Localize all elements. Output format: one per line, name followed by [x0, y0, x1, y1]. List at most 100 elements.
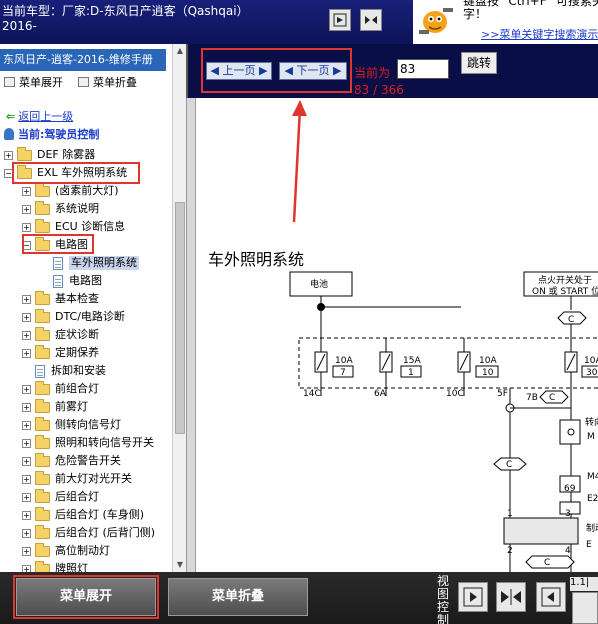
pin-3: 3 [565, 509, 571, 519]
expand-node-icon[interactable]: + [22, 402, 31, 412]
expand-node-icon[interactable]: + [22, 420, 31, 430]
folder-icon [35, 470, 50, 485]
tree-item[interactable]: 电路图 [40, 272, 102, 290]
pin-2: 2 [507, 546, 513, 556]
diagram-title: 车外照明系统 [208, 250, 305, 269]
fuse-2-number: 1 [408, 368, 414, 378]
collapse-icon [78, 77, 89, 87]
expand-node-icon[interactable]: + [4, 150, 13, 160]
tree-item-label: 症状诊断 [55, 328, 99, 341]
scroll-down-icon[interactable]: ▼ [174, 558, 186, 572]
fuse-2-amp: 15A [403, 356, 421, 366]
tree-item[interactable]: 拆卸和安装 [22, 362, 106, 380]
expand-node-icon[interactable]: + [22, 186, 31, 196]
expand-node-icon[interactable]: + [22, 312, 31, 322]
back-link[interactable]: ⇐ 返回上一级 [6, 110, 73, 124]
expand-node-icon[interactable]: + [22, 384, 31, 394]
view-extra-button[interactable] [572, 592, 598, 624]
expand-node-icon[interactable]: + [22, 294, 31, 304]
connector-c-7b: C [549, 393, 555, 403]
expand-node-icon[interactable]: + [22, 528, 31, 538]
sidebar-scrollbar[interactable]: ▲ ▼ [172, 44, 186, 572]
menu-collapse-label: 菜单折叠 [93, 76, 137, 89]
tree-item-label: 侧转向信号灯 [55, 418, 121, 431]
tree-item[interactable]: + 前雾灯 [22, 398, 88, 416]
viewer-separator [186, 98, 196, 572]
tree-item[interactable]: + 前组合灯 [22, 380, 99, 398]
expand-node-icon[interactable]: + [22, 438, 31, 448]
expand-node-icon[interactable]: + [22, 546, 31, 556]
tree-item[interactable]: + 症状诊断 [22, 326, 99, 344]
connector-c-top: C [568, 315, 574, 325]
bottom-collapse-button[interactable]: 菜单折叠 [168, 578, 308, 616]
menu-collapse-option[interactable]: 菜单折叠 [78, 74, 137, 92]
sidebar: 东风日产-逍客-2016-维修手册 菜单展开 菜单折叠 ⇐ 返回上一级 当前:驾驶… [0, 44, 186, 572]
tree-item[interactable]: + DTC/电路诊断 [22, 308, 125, 326]
scroll-up-icon[interactable]: ▲ [174, 44, 186, 58]
menu-expand-option[interactable]: 菜单展开 [4, 74, 63, 92]
expand-node-icon[interactable]: + [22, 204, 31, 214]
pin-4: 4 [565, 546, 571, 556]
expand-node-icon[interactable]: + [22, 492, 31, 502]
folder-icon [35, 452, 50, 467]
menu-toggle-row: 菜单展开 菜单折叠 [0, 74, 186, 92]
scroll-thumb[interactable] [175, 202, 185, 434]
document-icon [53, 274, 63, 288]
fuse-2 [379, 338, 422, 396]
tree-item[interactable]: 车外照明系统 [40, 254, 139, 272]
tree-item[interactable]: + 侧转向信号灯 [22, 416, 121, 434]
page-number-input[interactable]: 83 [397, 59, 449, 79]
folder-icon [35, 200, 50, 215]
ignition-label-1: 点火开关处于 [538, 274, 592, 286]
folder-icon [35, 290, 50, 305]
mascot-icon [413, 0, 459, 44]
expand-node-icon[interactable]: + [22, 564, 31, 572]
folder-icon [35, 182, 50, 197]
tree-item[interactable]: + 后组合灯 (后背门侧) [22, 524, 155, 542]
e-label: E [586, 540, 592, 550]
tree-item-label: 危险警告开关 [55, 454, 121, 467]
expand-node-icon[interactable]: + [22, 474, 31, 484]
tree-item-label: 前组合灯 [55, 382, 99, 395]
tree-item-label: 电路图 [69, 274, 102, 287]
view-prev-button[interactable] [536, 582, 566, 612]
expand-node-icon[interactable]: + [22, 456, 31, 466]
vehicle-info: 当前车型：厂家:D-东风日产逍客（Qashqai） 2016- [2, 4, 302, 34]
expand-node-icon[interactable]: + [22, 348, 31, 358]
tree-item[interactable]: + (卤素前大灯) [22, 182, 119, 200]
fuse-3-number: 10 [482, 368, 494, 378]
tree-item[interactable]: + 后组合灯 (车身侧) [22, 506, 144, 524]
view-double-page-button[interactable] [496, 582, 526, 612]
folder-icon [35, 524, 50, 539]
zoom-level: 1.1| [570, 577, 598, 591]
person-icon [4, 128, 14, 140]
tree-item-label: 后组合灯 [55, 490, 99, 503]
connector-7b: 7B [526, 393, 538, 403]
search-demo-link[interactable]: >>菜单关键字搜索演示 [481, 26, 598, 42]
folder-icon [35, 416, 50, 431]
view-single-page-button[interactable] [458, 582, 488, 612]
fuse-1 [314, 338, 354, 396]
tree-item[interactable]: + 前大灯对光开关 [22, 470, 132, 488]
view-double-button[interactable] [360, 9, 382, 31]
tree-item-label: 高位制动灯 [55, 544, 110, 557]
view-single-button[interactable] [329, 9, 351, 31]
tree-item[interactable]: + 牌照灯 [22, 560, 88, 572]
tree-item[interactable]: + 定期保养 [22, 344, 99, 362]
expand-node-icon[interactable]: + [22, 222, 31, 232]
back-arrow-icon: ⇐ [6, 110, 16, 123]
expand-node-icon[interactable]: + [22, 330, 31, 340]
tree-item[interactable]: + 危险警告开关 [22, 452, 121, 470]
tree-item[interactable]: + 照明和转向信号开关 [22, 434, 154, 452]
m4-label: M4 [587, 472, 598, 482]
page-count: 83 / 366 [354, 83, 404, 97]
tree-item[interactable]: + 基本检查 [22, 290, 99, 308]
jump-button[interactable]: 跳转 [461, 52, 497, 74]
tree-item[interactable]: + 高位制动灯 [22, 542, 110, 560]
tree-item[interactable]: + 后组合灯 [22, 488, 99, 506]
expand-node-icon[interactable]: + [22, 510, 31, 520]
tree-item-label: 照明和转向信号开关 [55, 436, 154, 449]
tree-item[interactable]: + 系统说明 [22, 200, 99, 218]
tree-item-label: 前大灯对光开关 [55, 472, 132, 485]
highlight-expand-box [13, 575, 159, 619]
